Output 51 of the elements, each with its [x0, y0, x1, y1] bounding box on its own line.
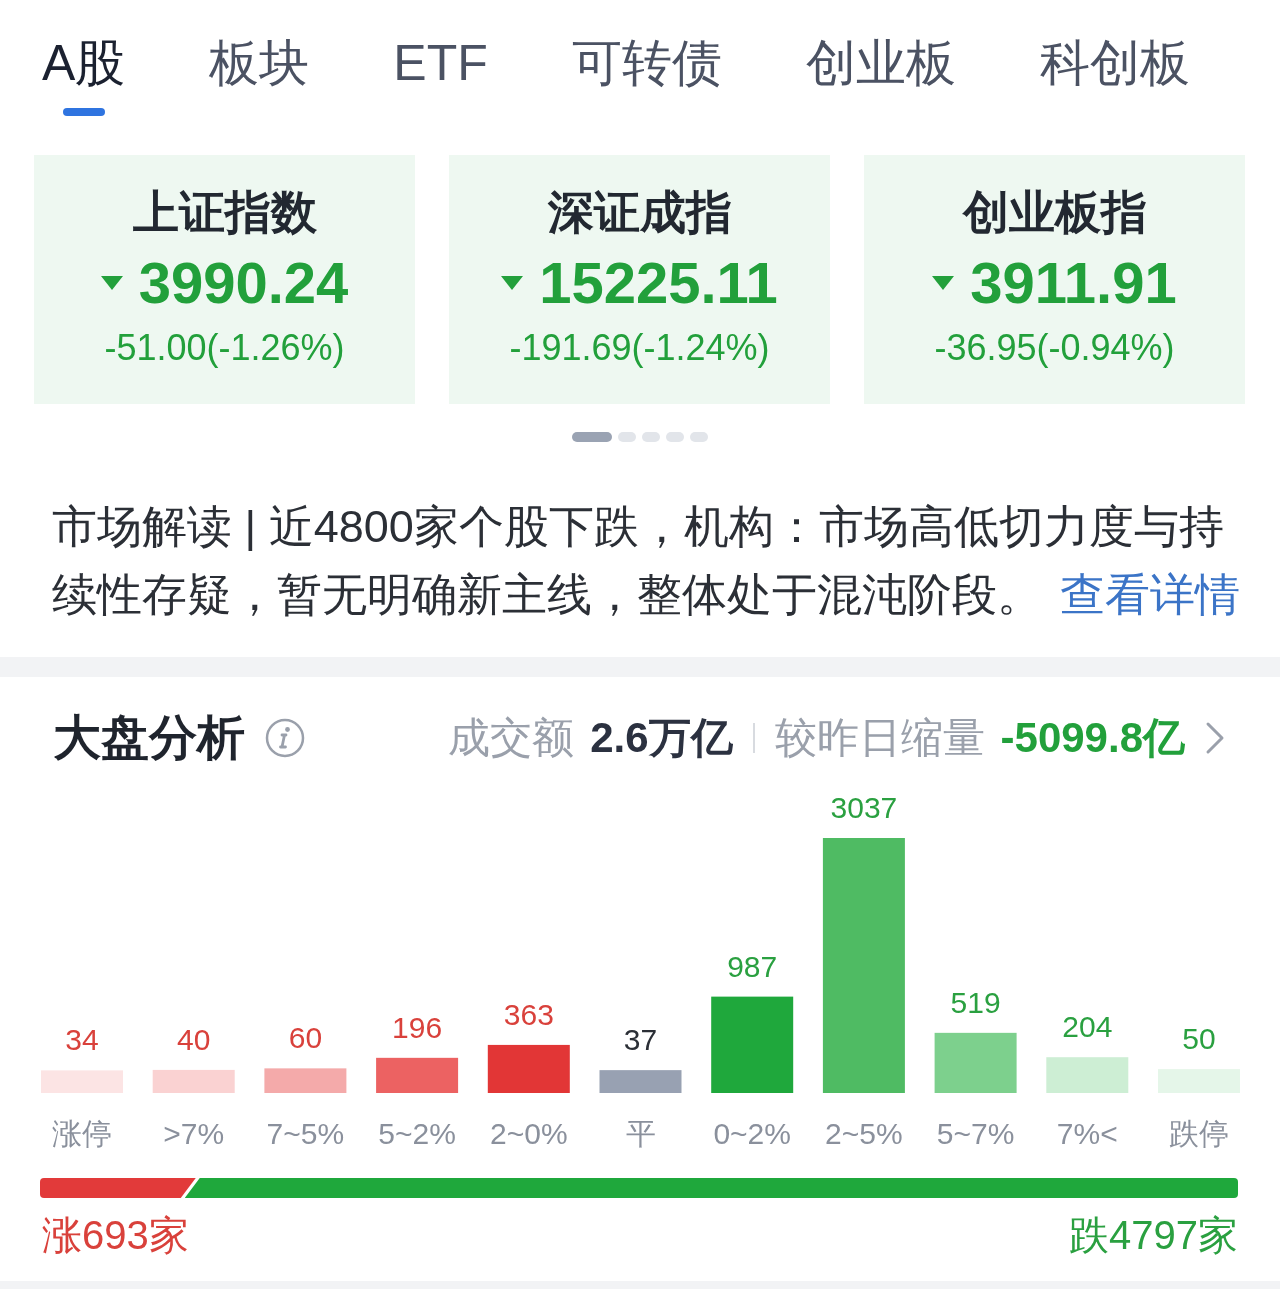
category-label: 5~2%	[378, 1117, 456, 1150]
index-change: -51.00(-1.26%)	[104, 326, 345, 370]
index-value: 3911.91	[970, 251, 1177, 315]
index-name: 上证指数	[132, 185, 317, 240]
index-card[interactable]: 创业板指 3911.91 -36.95(-0.94%)	[864, 155, 1245, 404]
category-label: 2~0%	[490, 1117, 568, 1150]
tab[interactable]: 可转债	[571, 32, 722, 118]
index-change: -191.69(-1.24%)	[509, 326, 770, 370]
bar-value-label: 519	[950, 985, 1001, 1019]
category-label: 2~5%	[825, 1117, 903, 1150]
category-label: 平	[625, 1117, 656, 1150]
chevron-right-icon[interactable]	[1205, 721, 1225, 755]
bar-value-label: 60	[288, 1021, 323, 1055]
category-label: 7%<	[1056, 1117, 1118, 1150]
tab[interactable]: 科创板	[1039, 32, 1190, 118]
tab[interactable]: 板块	[209, 32, 310, 118]
category-label: >7%	[163, 1117, 225, 1150]
turnover-value: 2.6万亿	[590, 713, 733, 763]
advancers-count: 涨693家	[42, 1212, 189, 1259]
details-link[interactable]: 查看详情	[1060, 569, 1240, 620]
category-label: 5~7%	[936, 1117, 1015, 1150]
category-label: 跌停	[1169, 1117, 1229, 1150]
index-card[interactable]: 上证指数 3990.24 -51.00(-1.26%)	[34, 155, 415, 404]
bar-value-label: 363	[503, 997, 554, 1031]
volume-change-label: 较昨日缩量	[774, 713, 985, 763]
tab[interactable]: ETF	[393, 32, 488, 118]
bar-value-label: 40	[177, 1022, 211, 1056]
volume-change-value: -5099.8亿	[1000, 713, 1185, 763]
bar-value-label: 987	[727, 949, 778, 983]
tab[interactable]: 创业板	[805, 32, 956, 118]
index-value: 15225.11	[539, 251, 778, 315]
info-icon[interactable]	[265, 718, 305, 758]
bar-value-label: 34	[65, 1023, 99, 1057]
decliners-count: 跌4797家	[1069, 1212, 1238, 1259]
turnover-label: 成交额	[448, 713, 575, 763]
index-name: 创业板指	[962, 185, 1147, 240]
index-value: 3990.24	[138, 251, 349, 315]
category-label: 涨停	[52, 1117, 112, 1150]
market-commentary: 市场解读 | 近4800家个股下跌，机构：市场高低切力度与持续性存疑，暂无明确新主线，整体处于混沌阶段。 查看详情	[51, 500, 1241, 622]
bar-value-label: 196	[392, 1010, 443, 1044]
bar-value-label: 204	[1062, 1010, 1113, 1044]
tab[interactable]: A股	[42, 32, 126, 118]
index-change: -36.95(-0.94%)	[934, 326, 1175, 370]
index-card[interactable]: 深证成指 15225.11 -191.69(-1.24%)	[449, 155, 830, 404]
category-label: 7~5%	[266, 1117, 345, 1150]
index-name: 深证成指	[547, 185, 732, 240]
category-label: 0~2%	[713, 1117, 791, 1150]
section-title: 大盘分析	[53, 710, 245, 766]
bar-value-label: 50	[1182, 1022, 1216, 1056]
bar-value-label: 3037	[830, 791, 898, 824]
bar-value-label: 37	[623, 1023, 658, 1057]
